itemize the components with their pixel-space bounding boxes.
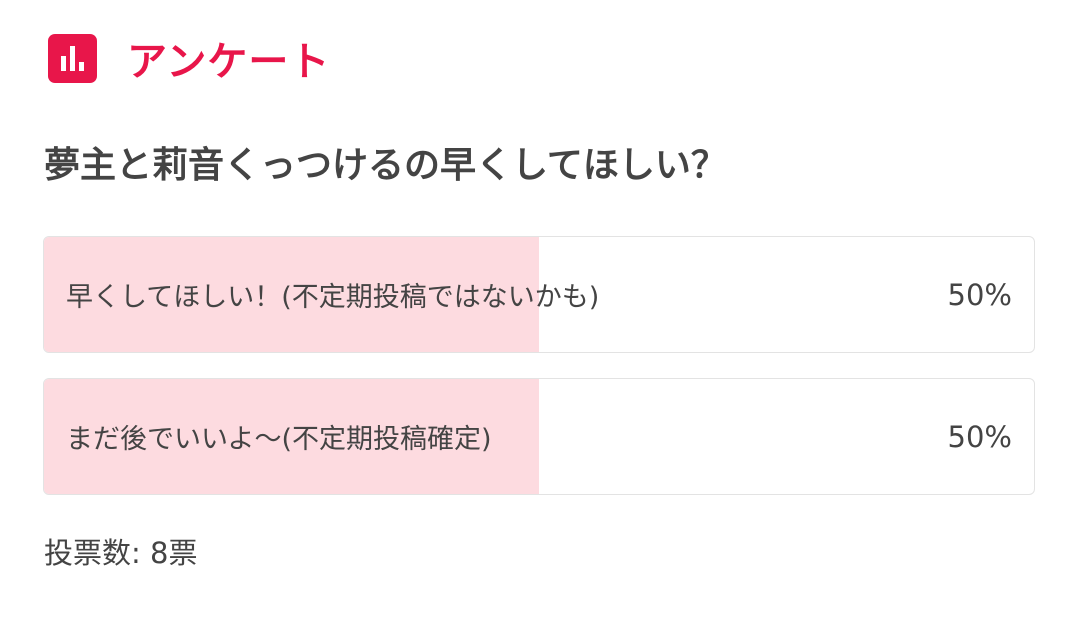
poll-option-label: 早くしてほしい！(不定期投稿ではないかも) (66, 282, 600, 313)
vote-count: 投票数: 8票 (44, 536, 198, 570)
poll-title: アンケート (127, 39, 331, 85)
poll-option-2[interactable]: まだ後でいいよ〜(不定期投稿確定) 50% (43, 378, 1035, 495)
poll-option-label: まだ後でいいよ〜(不定期投稿確定) (66, 424, 492, 455)
poll-question: 夢主と莉音くっつけるの早くしてほしい？ (44, 145, 727, 186)
poll-header: アンケート (48, 32, 331, 85)
poll-chart-icon-bar (61, 55, 66, 71)
poll-option-percent: 50% (947, 419, 1012, 454)
poll-option-1[interactable]: 早くしてほしい！(不定期投稿ではないかも) 50% (43, 236, 1035, 353)
poll-chart-icon-bar (70, 45, 75, 71)
poll-option-percent: 50% (947, 277, 1012, 312)
poll-chart-icon (48, 33, 97, 83)
poll-chart-icon-bar (79, 61, 84, 71)
